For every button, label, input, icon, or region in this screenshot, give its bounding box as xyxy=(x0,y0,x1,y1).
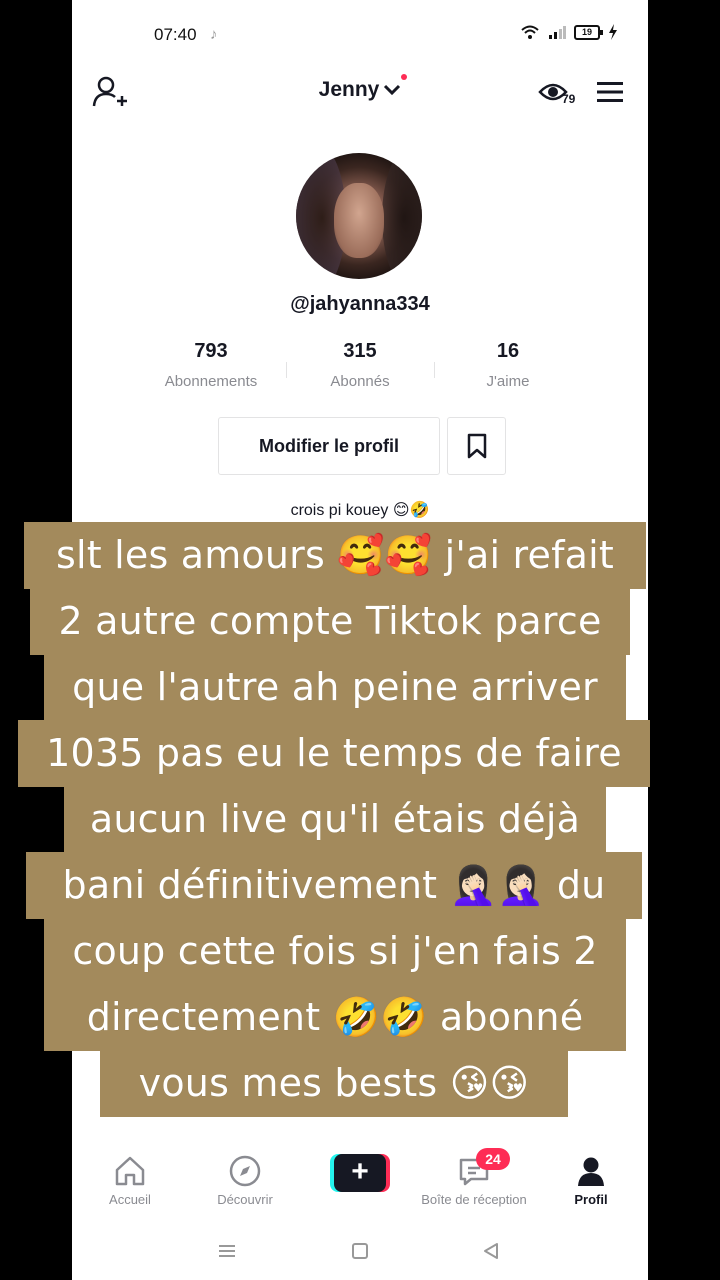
tiktok-notification-icon: ♪ xyxy=(210,26,218,43)
profile-bio: crois pi kouey 😊🤣 xyxy=(290,502,430,519)
system-navigation-bar xyxy=(72,1225,648,1280)
nav-profile-label: Profil xyxy=(574,1192,608,1207)
nav-inbox[interactable]: Boîte de réception xyxy=(418,1154,530,1207)
following-stat[interactable]: 793 Abonnements xyxy=(136,340,286,390)
signal-icon xyxy=(549,26,566,39)
notification-dot xyxy=(401,74,408,80)
caption-line: que l'autre ah peine arriver xyxy=(44,654,626,721)
favorites-button[interactable] xyxy=(447,417,506,475)
likes-stat[interactable]: 16 J'aime xyxy=(433,340,583,390)
inbox-badge: 24 xyxy=(476,1148,510,1170)
profile-icon xyxy=(578,1157,604,1186)
home-icon xyxy=(115,1156,145,1186)
caption-line: 2 autre compte Tiktok parce xyxy=(30,588,630,655)
nav-inbox-label: Boîte de réception xyxy=(421,1192,527,1207)
bookmark-icon xyxy=(467,433,486,459)
home-square-icon[interactable] xyxy=(351,1242,369,1260)
nav-discover[interactable]: Découvrir xyxy=(212,1154,278,1207)
status-time: 07:40 xyxy=(154,25,197,44)
nav-home-label: Accueil xyxy=(109,1192,151,1207)
caption-line: directement 🤣🤣 abonné xyxy=(44,984,626,1051)
profile-views-button[interactable]: 79 xyxy=(538,80,580,108)
followers-label: Abonnés xyxy=(330,373,390,390)
profile-stats: 793 Abonnements 315 Abonnés 16 J'aime xyxy=(136,340,584,400)
status-bar: 07:40 ♪ 19 xyxy=(72,0,648,70)
avatar[interactable] xyxy=(296,153,422,279)
likes-label: J'aime xyxy=(486,373,530,390)
account-name: Jenny xyxy=(318,78,380,101)
caption-line: 1035 pas eu le temps de faire xyxy=(18,720,650,787)
battery-icon: 19 xyxy=(574,24,603,40)
menu-button[interactable] xyxy=(596,80,624,104)
edit-profile-button[interactable]: Modifier le profil xyxy=(218,417,440,475)
followers-stat[interactable]: 315 Abonnés xyxy=(285,340,435,390)
views-count: 79 xyxy=(562,92,576,106)
nav-profile[interactable]: Profil xyxy=(566,1154,616,1207)
following-count: 793 xyxy=(194,340,228,362)
status-icons: 19 xyxy=(520,24,618,40)
caption-line: vous mes bests 😘😘 xyxy=(100,1050,568,1117)
bottom-navigation: Accueil Découvrir + Boîte de réception 2… xyxy=(72,1140,648,1220)
nav-home[interactable]: Accueil xyxy=(102,1154,158,1207)
recent-apps-icon[interactable] xyxy=(218,1243,236,1259)
hamburger-icon xyxy=(597,82,623,102)
wifi-icon xyxy=(521,25,539,39)
create-button[interactable]: + xyxy=(330,1154,390,1192)
nav-discover-label: Découvrir xyxy=(217,1192,273,1207)
compass-icon xyxy=(229,1155,261,1187)
back-triangle-icon[interactable] xyxy=(482,1242,500,1260)
profile-header: Jenny 79 xyxy=(72,68,648,118)
caption-line: coup cette fois si j'en fais 2 xyxy=(44,918,626,985)
username-handle: @jahyanna334 xyxy=(290,293,430,315)
caption-line: aucun live qu'il étais déjà xyxy=(64,786,606,853)
caption-line: bani définitivement 🤦🏻‍♀️🤦🏻‍♀️ du xyxy=(26,852,642,919)
caption-line: slt les amours 🥰🥰 j'ai refait xyxy=(24,522,646,589)
followers-count: 315 xyxy=(343,340,377,362)
chevron-down-icon xyxy=(384,84,401,96)
following-label: Abonnements xyxy=(164,373,258,390)
likes-count: 16 xyxy=(496,340,520,362)
charging-icon xyxy=(609,24,617,40)
plus-icon: + xyxy=(334,1154,386,1192)
